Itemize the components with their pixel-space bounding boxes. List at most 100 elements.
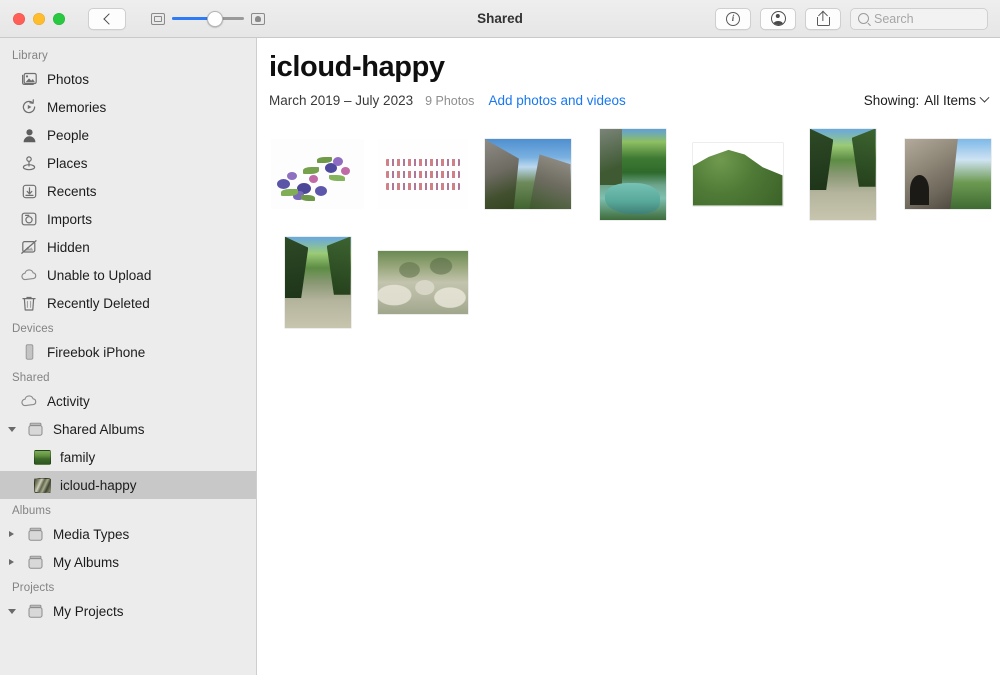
add-photos-and-videos-link[interactable]: Add photos and videos [488,93,625,108]
maximize-window-button[interactable] [53,12,65,25]
sidebar-item-activity[interactable]: Activity [0,387,256,415]
sidebar-item-imports[interactable]: Imports [0,205,256,233]
sidebar-item-label: Media Types [53,526,130,542]
photo-thumbnail-ravine-stream[interactable] [284,236,351,328]
sidebar-item-unable-to-upload[interactable]: Unable to Upload [0,261,256,289]
sidebar-item-hidden[interactable]: Hidden [0,233,256,261]
disclosure-triangle-icon[interactable] [6,531,17,537]
info-icon: i [726,11,740,26]
photos-app-window: Shared i Search Library Photos Memories … [0,0,1000,675]
photo-cell[interactable] [475,124,580,224]
photo-thumbnail-rock-cliff[interactable] [904,139,991,209]
sidebar-item-label: Shared Albums [53,421,145,437]
large-thumbnails-icon[interactable] [251,12,265,25]
photo-cell[interactable] [370,124,475,224]
page-title: icloud-happy [269,51,445,83]
minimize-window-button[interactable] [33,12,45,25]
memories-icon [20,99,38,115]
sidebar-item-icloud-happy[interactable]: icloud-happy [0,471,256,499]
toolbar-right-group: i Search [715,7,1000,30]
sidebar-item-label: Recently Deleted [47,295,150,311]
sidebar-item-recently-deleted[interactable]: Recently Deleted [0,289,256,317]
sidebar-item-label: icloud-happy [60,477,137,493]
photo-cell[interactable] [580,124,685,224]
photo-thumbnail-canyon-blue-sky[interactable] [484,139,571,209]
main-content: icloud-happy March 2019 – July 2023 9 Ph… [257,38,1000,675]
sidebar-item-shared-albums[interactable]: Shared Albums [0,415,256,443]
photo-cell[interactable] [895,124,1000,224]
sidebar-item-label: My Projects [53,603,124,619]
cloud-icon [20,393,38,409]
cloud-icon [20,267,38,283]
sidebar-item-label: People [47,127,90,143]
sidebar-section-albums: Albums [12,505,51,517]
photo-thumbnail-floral-watercolor[interactable] [271,139,364,209]
sidebar-item-places[interactable]: Places [0,149,256,177]
sidebar: Library Photos Memories People Places Re… [0,38,257,675]
sidebar-item-label: Activity [47,393,90,409]
photo-grid [257,124,1000,332]
sidebar-item-my-albums[interactable]: My Albums [0,548,256,576]
sidebar-item-fireebok-iphone[interactable]: Fireebok iPhone [0,338,256,366]
thumbnail-zoom-control[interactable] [151,10,265,27]
sidebar-item-label: Unable to Upload [47,267,152,283]
close-window-button[interactable] [13,12,25,25]
photo-thumbnail-green-hill[interactable] [692,142,783,206]
info-button[interactable]: i [715,7,751,30]
sidebar-item-family[interactable]: family [0,443,256,471]
share-icon [816,10,830,26]
disclosure-triangle-icon[interactable] [6,559,17,565]
sidebar-item-photos[interactable]: Photos [0,65,256,93]
sidebar-section-library: Library [12,50,48,62]
sidebar-item-my-projects[interactable]: My Projects [0,597,256,625]
photo-thumbnail-rocky-slope[interactable] [377,250,468,314]
photo-thumbnail-forest-gorge[interactable] [809,128,876,220]
window-titlebar: Shared i Search [0,0,1000,38]
sidebar-item-label: Recents [47,183,97,199]
search-field[interactable]: Search [850,7,988,30]
photo-cell[interactable] [685,124,790,224]
share-button[interactable] [805,7,841,30]
photo-thumbnail-river-gorge[interactable] [599,128,666,220]
showing-value: All Items [924,93,976,108]
sidebar-item-media-types[interactable]: Media Types [0,520,256,548]
imports-icon [20,211,38,227]
photo-cell[interactable] [370,232,475,332]
photo-grid-row [265,232,1000,332]
disclosure-triangle-icon[interactable] [6,426,17,432]
small-thumbnails-icon[interactable] [151,12,165,25]
sidebar-item-people[interactable]: People [0,121,256,149]
sidebar-item-label: My Albums [53,554,120,570]
window-body: Library Photos Memories People Places Re… [0,38,1000,675]
trash-icon [20,295,38,311]
photo-cell[interactable] [265,124,370,224]
showing-label: Showing: [863,93,920,108]
sidebar-item-recents[interactable]: Recents [0,177,256,205]
zoom-slider[interactable] [172,10,244,27]
text-line [385,158,460,166]
album-date-range: March 2019 – July 2023 [269,93,414,108]
sidebar-item-memories[interactable]: Memories [0,93,256,121]
traffic-light-group [0,12,65,25]
album-icon [26,554,44,570]
places-icon [20,155,38,171]
people-button[interactable] [760,7,796,30]
zoom-slider-knob[interactable] [206,10,223,27]
photo-cell[interactable] [265,232,370,332]
sidebar-item-label: Places [47,155,88,171]
search-icon [858,13,869,24]
iphone-icon [20,344,38,360]
disclosure-triangle-icon[interactable] [6,608,17,614]
showing-filter-dropdown[interactable]: Showing: All Items [863,92,990,108]
sidebar-section-projects: Projects [12,582,55,594]
sidebar-item-label: Imports [47,211,93,227]
photo-thumbnail-decorative-text[interactable] [377,139,468,209]
back-button[interactable] [88,7,126,30]
photo-cell[interactable] [790,124,895,224]
album-icon [26,603,44,619]
album-photo-count: 9 Photos [425,94,475,108]
sidebar-item-label: Hidden [47,239,90,255]
text-line [385,170,460,178]
sidebar-section-shared: Shared [12,372,50,384]
album-thumbnail [34,449,51,465]
